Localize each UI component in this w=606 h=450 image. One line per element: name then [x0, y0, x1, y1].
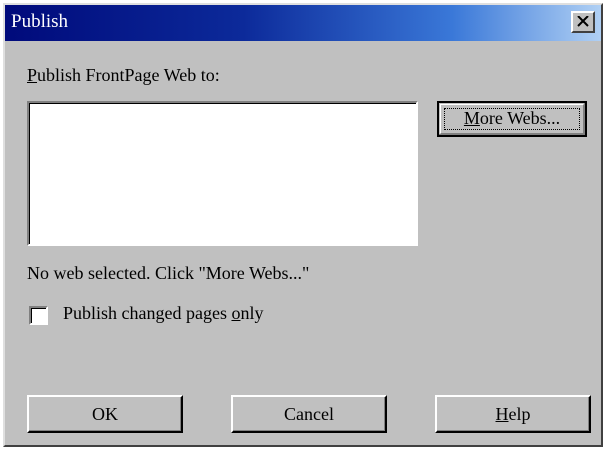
webs-listbox[interactable]	[27, 101, 418, 246]
more-webs-accel: M	[463, 108, 480, 128]
more-webs-label: More Webs...	[464, 103, 560, 133]
help-label: Help	[496, 397, 531, 431]
cancel-button[interactable]: Cancel	[231, 395, 387, 433]
help-button[interactable]: Help	[435, 395, 591, 433]
help-label-rest: elp	[508, 404, 531, 424]
status-text: No web selected. Click "More Webs..."	[27, 263, 310, 283]
publish-to-accel: P	[27, 65, 38, 85]
dialog-title: Publish	[11, 11, 69, 32]
close-icon	[577, 16, 589, 27]
more-webs-label-rest: ore Webs...	[479, 108, 561, 128]
changed-only-label-before: Publish changed pages	[63, 303, 232, 323]
publish-to-label-rest: ublish FrontPage Web to:	[37, 65, 220, 85]
publish-to-label: Publish FrontPage Web to:	[27, 65, 220, 86]
publish-dialog: Publish Publish FrontPage Web to: More W…	[3, 3, 603, 447]
cancel-label: Cancel	[284, 404, 334, 424]
help-accel: H	[495, 404, 509, 424]
more-webs-button[interactable]: More Webs...	[437, 101, 587, 137]
changed-only-label[interactable]: Publish changed pages only	[63, 303, 263, 324]
ok-button[interactable]: OK	[27, 395, 183, 433]
checkbox-unchecked-icon[interactable]	[29, 306, 48, 325]
close-button[interactable]	[571, 11, 595, 33]
title-bar[interactable]: Publish	[5, 5, 601, 41]
ok-label: OK	[92, 404, 118, 424]
changed-only-label-after: nly	[240, 303, 264, 323]
